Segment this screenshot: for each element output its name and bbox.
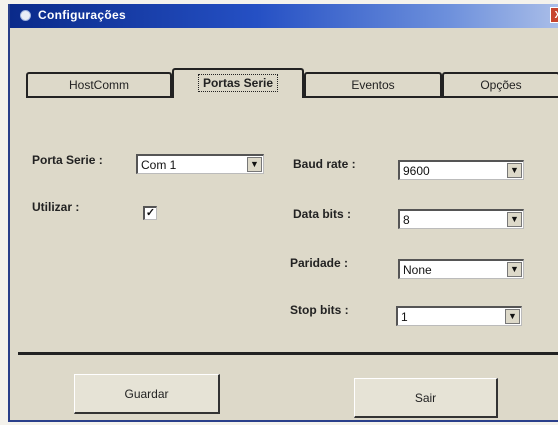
chevron-down-icon[interactable]: ▼	[507, 262, 522, 277]
utilizar-label: Utilizar :	[32, 200, 80, 214]
tab-label: Eventos	[351, 78, 395, 92]
baud-rate-value: 9600	[403, 164, 430, 178]
save-button[interactable]: Guardar	[74, 374, 220, 414]
footer-separator	[18, 352, 558, 355]
chevron-down-icon[interactable]: ▼	[247, 157, 262, 172]
data-bits-label: Data bits :	[293, 207, 352, 221]
close-button[interactable]: X	[550, 7, 558, 23]
config-dialog: Configurações X HostComm Portas Serie Ev…	[8, 4, 558, 422]
data-bits-select[interactable]: 8 ▼	[398, 209, 524, 229]
chevron-down-icon[interactable]: ▼	[507, 212, 522, 227]
exit-button[interactable]: Sair	[354, 378, 498, 418]
window-title: Configurações	[38, 8, 126, 22]
tab-label: Opções	[480, 78, 522, 92]
stop-bits-label: Stop bits :	[290, 303, 349, 317]
active-tab-gap	[174, 96, 302, 98]
porta-serie-label: Porta Serie :	[32, 153, 103, 167]
tab-portas-serie[interactable]: Portas Serie	[172, 68, 304, 98]
paridade-value: None	[403, 263, 432, 277]
stop-bits-value: 1	[401, 310, 408, 324]
paridade-label: Paridade :	[290, 256, 349, 270]
paridade-select[interactable]: None ▼	[398, 259, 524, 279]
tab-opcoes[interactable]: Opções	[442, 72, 558, 96]
data-bits-value: 8	[403, 213, 410, 227]
chevron-down-icon[interactable]: ▼	[505, 309, 520, 324]
title-bar[interactable]: Configurações X	[10, 4, 558, 28]
baud-rate-label: Baud rate :	[293, 157, 356, 171]
porta-serie-select[interactable]: Com 1 ▼	[136, 154, 264, 174]
baud-rate-select[interactable]: 9600 ▼	[398, 160, 524, 180]
utilizar-checkbox[interactable]: ✓	[143, 206, 157, 220]
tab-hostcomm[interactable]: HostComm	[26, 72, 172, 96]
app-icon	[20, 10, 31, 21]
porta-serie-value: Com 1	[141, 158, 177, 172]
tab-label: Portas Serie	[197, 74, 279, 92]
stop-bits-select[interactable]: 1 ▼	[396, 306, 522, 326]
chevron-down-icon[interactable]: ▼	[507, 163, 522, 178]
tab-label: HostComm	[68, 78, 129, 92]
tab-eventos[interactable]: Eventos	[304, 72, 442, 96]
